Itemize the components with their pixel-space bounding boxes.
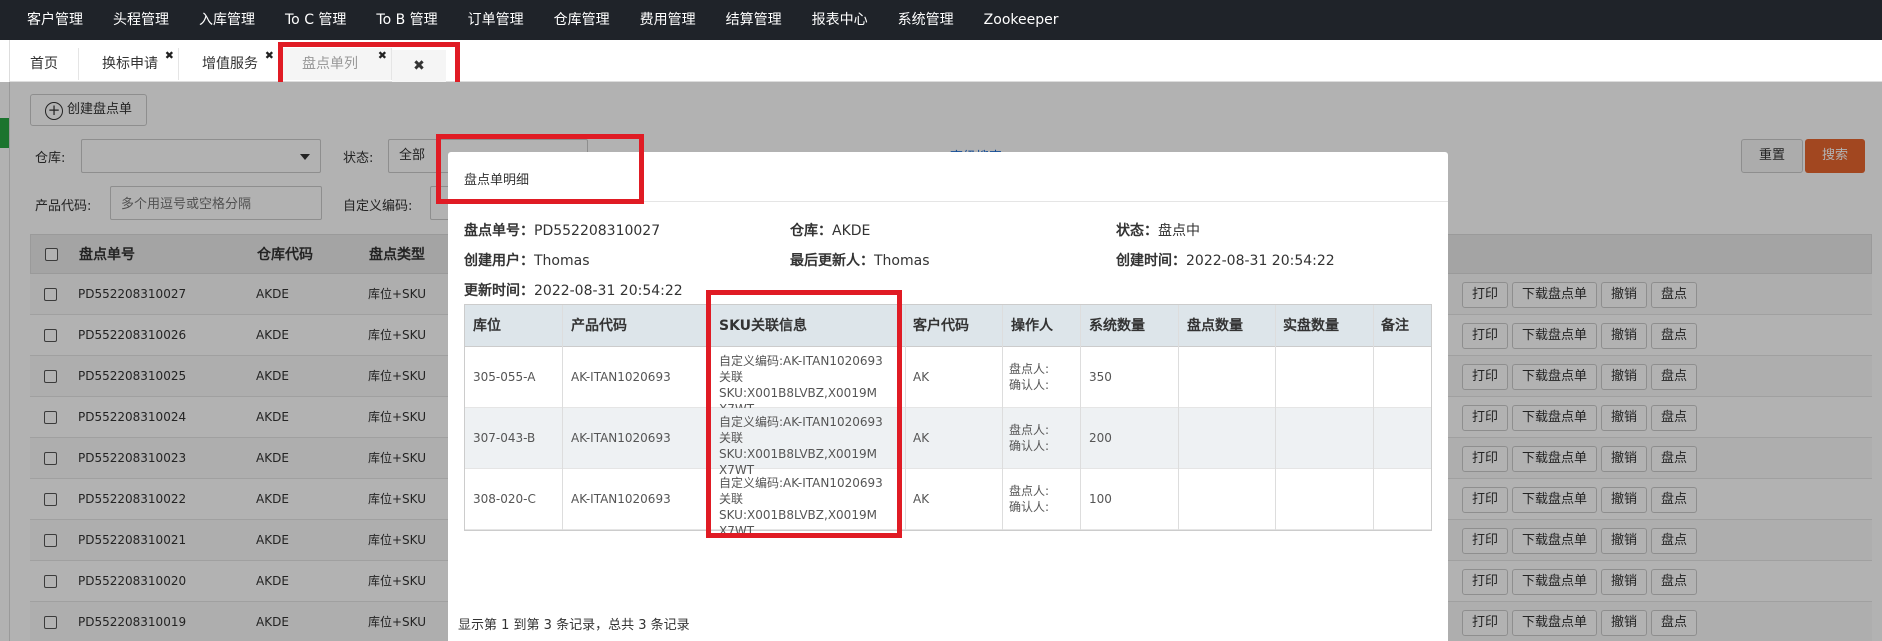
nav-settlement[interactable]: 结算管理 xyxy=(711,0,797,40)
updater-value: Thomas xyxy=(874,253,930,269)
sku-linked: 关联SKU:X001B8LVBZ,X0019M xyxy=(719,492,877,522)
creator-label: 创建用户： xyxy=(464,253,534,269)
customer-cell: AK xyxy=(913,370,930,384)
nav-to-c[interactable]: To C 管理 xyxy=(270,0,361,40)
nav-system[interactable]: 系统管理 xyxy=(883,0,969,40)
customer-cell: AK xyxy=(913,431,930,445)
col-sku-info: SKU关联信息 xyxy=(719,318,808,334)
nav-fees[interactable]: 费用管理 xyxy=(625,0,711,40)
order-no-label: 盘点单号： xyxy=(464,223,534,239)
product-code-cell: AK-ITAN1020693 xyxy=(571,431,671,445)
nav-warehouse[interactable]: 仓库管理 xyxy=(539,0,625,40)
operator-cell: 盘点人: 确认人: xyxy=(1009,422,1049,454)
close-tab-button[interactable]: ✖ xyxy=(392,50,446,82)
col-count-qty: 盘点数量 xyxy=(1187,318,1243,334)
stocktake-detail-modal: 盘点单明细 盘点单号：PD552208310027 仓库：AKDE 状态：盘点中… xyxy=(448,152,1448,641)
col-actual-qty: 实盘数量 xyxy=(1283,318,1339,334)
status-info-label: 状态： xyxy=(1116,223,1158,239)
creator-info: 创建用户：Thomas xyxy=(464,250,590,270)
close-icon[interactable]: ✖ xyxy=(378,50,387,62)
created-time-value: 2022-08-31 20:54:22 xyxy=(1186,253,1335,269)
detail-table-header: 库位 产品代码 SKU关联信息 客户代码 操作人 系统数量 盘点数量 实盘数量 … xyxy=(465,305,1431,347)
nav-to-b[interactable]: To B 管理 xyxy=(361,0,452,40)
tab-value-added[interactable]: 增值服务 ✖ xyxy=(182,48,279,80)
detail-table-body: 305-055-A AK-ITAN1020693 自定义编码:AK-ITAN1020… xyxy=(465,347,1431,538)
creator-value: Thomas xyxy=(534,253,590,269)
updated-time-info: 更新时间：2022-08-31 20:54:22 xyxy=(464,280,683,300)
tab-label: 首页 xyxy=(30,56,58,72)
modal-header: 盘点单明细 xyxy=(448,152,1448,202)
warehouse-info-label: 仓库： xyxy=(790,223,832,239)
col-remark: 备注 xyxy=(1381,318,1409,334)
tab-stocktake-list[interactable]: 盘点单列表✖ xyxy=(282,48,392,104)
location-cell: 305-055-A xyxy=(473,370,536,384)
tab-label: 增值服务 xyxy=(202,56,258,72)
modal-title: 盘点单明细 xyxy=(464,173,530,188)
close-icon[interactable]: ✖ xyxy=(165,50,174,62)
order-no-info: 盘点单号：PD552208310027 xyxy=(464,220,660,240)
detail-table: 库位 产品代码 SKU关联信息 客户代码 操作人 系统数量 盘点数量 实盘数量 … xyxy=(464,304,1432,538)
order-no-value: PD552208310027 xyxy=(534,223,661,239)
updater-label: 最后更新人： xyxy=(790,253,874,269)
system-qty-cell: 100 xyxy=(1089,492,1112,506)
nav-inbound[interactable]: 入库管理 xyxy=(184,0,270,40)
sku-custom-code: 自定义编码:AK-ITAN1020693 xyxy=(719,415,883,429)
sku-custom-code: 自定义编码:AK-ITAN1020693 xyxy=(719,476,883,490)
counter-label: 盘点人: xyxy=(1009,484,1050,498)
tab-relabel[interactable]: 换标申请 ✖ xyxy=(82,48,179,80)
sku-linked-cont: X7WT xyxy=(719,524,755,538)
detail-row: 305-055-A AK-ITAN1020693 自定义编码:AK-ITAN1020… xyxy=(465,347,1431,416)
counter-label: 盘点人: xyxy=(1009,423,1050,437)
nav-orders[interactable]: 订单管理 xyxy=(453,0,539,40)
close-icon[interactable]: ✖ xyxy=(265,50,274,62)
nav-zookeeper[interactable]: Zookeeper xyxy=(969,0,1074,40)
col-product-code: 产品代码 xyxy=(571,318,627,334)
status-info-value: 盘点中 xyxy=(1158,223,1200,239)
confirmer-label: 确认人: xyxy=(1009,500,1050,514)
confirmer-label: 确认人: xyxy=(1009,439,1050,453)
created-time-info: 创建时间：2022-08-31 20:54:22 xyxy=(1116,250,1335,270)
updated-time-label: 更新时间： xyxy=(464,283,534,299)
system-qty-cell: 200 xyxy=(1089,431,1112,445)
operator-cell: 盘点人: 确认人: xyxy=(1009,483,1049,515)
nav-first-leg[interactable]: 头程管理 xyxy=(98,0,184,40)
updater-info: 最后更新人：Thomas xyxy=(790,250,930,270)
operator-cell: 盘点人: 确认人: xyxy=(1009,361,1049,393)
counter-label: 盘点人: xyxy=(1009,362,1050,376)
updated-time-value: 2022-08-31 20:54:22 xyxy=(534,283,683,299)
sku-info-cell: 自定义编码:AK-ITAN1020693 关联SKU:X001B8LVBZ,X00… xyxy=(719,475,899,539)
location-cell: 308-020-C xyxy=(473,492,536,506)
tab-home[interactable]: 首页 xyxy=(10,48,79,80)
location-cell: 307-043-B xyxy=(473,431,536,445)
customer-cell: AK xyxy=(913,492,930,506)
top-navigation: 客户管理 头程管理 入库管理 To C 管理 To B 管理 订单管理 仓库管理… xyxy=(0,0,1882,40)
pagination-info: 显示第 1 到第 3 条记录，总共 3 条记录 xyxy=(458,618,690,633)
col-operator: 操作人 xyxy=(1011,318,1053,334)
col-system-qty: 系统数量 xyxy=(1089,318,1145,334)
detail-row: 307-043-B AK-ITAN1020693 自定义编码:AK-ITAN1020… xyxy=(465,408,1431,477)
status-info: 状态：盘点中 xyxy=(1116,220,1200,240)
nav-reports[interactable]: 报表中心 xyxy=(797,0,883,40)
product-code-cell: AK-ITAN1020693 xyxy=(571,370,671,384)
sku-custom-code: 自定义编码:AK-ITAN1020693 xyxy=(719,354,883,368)
tab-bar: 首页 换标申请 ✖ 增值服务 ✖ 盘点单列表✖ xyxy=(0,40,1882,104)
warehouse-info: 仓库：AKDE xyxy=(790,220,870,240)
detail-row: 308-020-C AK-ITAN1020693 自定义编码:AK-ITAN1020… xyxy=(465,469,1431,538)
col-customer: 客户代码 xyxy=(913,318,969,334)
nav-customer[interactable]: 客户管理 xyxy=(12,0,98,40)
product-code-cell: AK-ITAN1020693 xyxy=(571,492,671,506)
sku-linked: 关联SKU:X001B8LVBZ,X0019M xyxy=(719,370,877,400)
col-location: 库位 xyxy=(473,318,501,334)
tab-label: 换标申请 xyxy=(102,56,158,72)
warehouse-info-value: AKDE xyxy=(832,223,871,239)
created-time-label: 创建时间： xyxy=(1116,253,1186,269)
sku-linked: 关联SKU:X001B8LVBZ,X0019M xyxy=(719,431,877,461)
system-qty-cell: 350 xyxy=(1089,370,1112,384)
confirmer-label: 确认人: xyxy=(1009,378,1050,392)
